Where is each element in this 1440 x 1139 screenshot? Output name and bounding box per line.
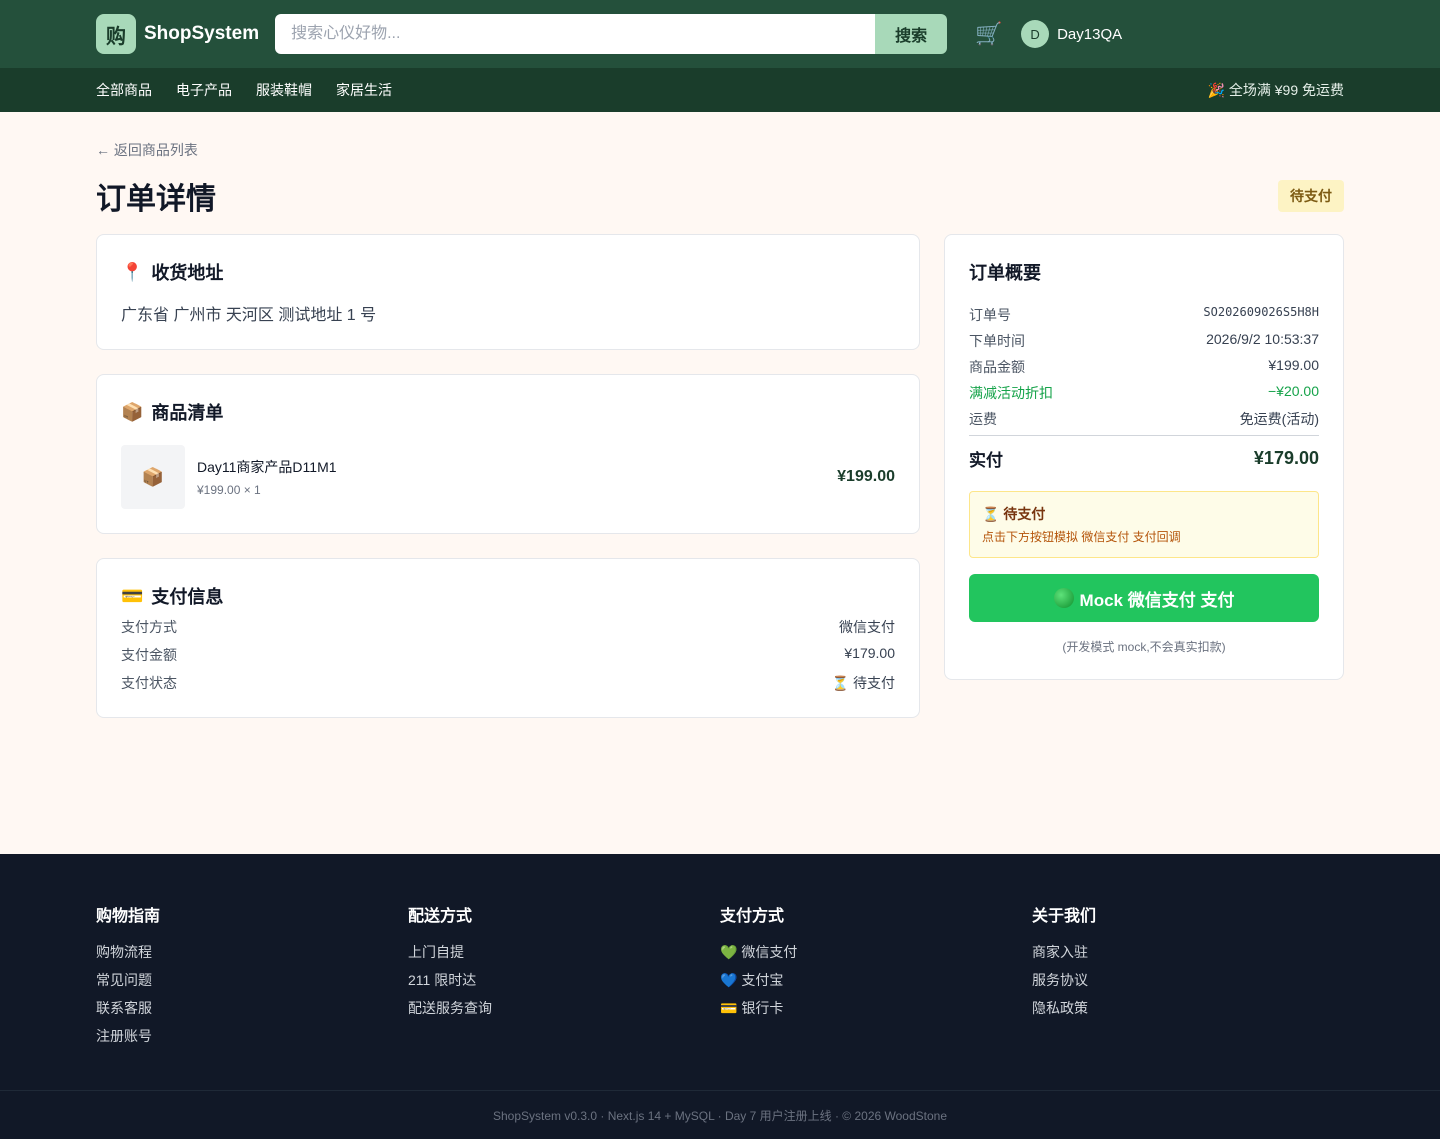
shipping-address: 广东省 广州市 天河区 测试地址 1 号 bbox=[121, 307, 377, 324]
discount-amount: −¥20.00 bbox=[1268, 383, 1319, 399]
nav-item-electronics[interactable]: 电子产品 bbox=[176, 80, 232, 100]
cart-icon[interactable]: 🛒 bbox=[975, 21, 1002, 47]
goods-amount: ¥199.00 bbox=[1268, 357, 1319, 373]
search-bar: 搜索 bbox=[275, 14, 948, 54]
footer-column-title: 购物指南 bbox=[96, 908, 161, 925]
summary-title: 订单概要 bbox=[969, 263, 1041, 283]
footer-link[interactable]: 上门自提 bbox=[408, 938, 720, 966]
payment-card: 💳 支付信息 支付方式 微信支付 支付金额 ¥179.00 支付状态 ⏳ 待支付 bbox=[96, 558, 920, 718]
footer-link[interactable]: 服务协议 bbox=[1032, 966, 1344, 994]
footer-link[interactable]: 购物流程 bbox=[96, 938, 408, 966]
search-button[interactable]: 搜索 bbox=[875, 14, 948, 54]
payment-method-value: 微信支付 bbox=[839, 619, 895, 635]
package-icon: 📦 bbox=[121, 401, 144, 422]
credit-card-icon: 💳 bbox=[121, 585, 144, 606]
site-footer: 购物指南 购物流程 常见问题 联系客服 注册账号 配送方式 上门自提 211 限… bbox=[0, 854, 1440, 1139]
order-time: 2026/9/2 10:53:37 bbox=[1206, 331, 1319, 347]
total-amount: ¥179.00 bbox=[1253, 448, 1319, 468]
footer-link[interactable]: 常见问题 bbox=[96, 966, 408, 994]
total-row: 实付 ¥179.00 bbox=[969, 435, 1319, 471]
payment-amount-label: 支付金额 bbox=[121, 647, 177, 663]
goods-amount-label: 商品金额 bbox=[969, 359, 1025, 375]
items-card: 📦 商品清单 📦 Day11商家产品D11M1 ¥199.00 × 1 ¥199… bbox=[96, 374, 920, 534]
footer-link[interactable]: 💙 支付宝 bbox=[720, 966, 1032, 994]
goods-amount-row: 商品金额 ¥199.00 bbox=[969, 357, 1319, 377]
status-badge: 待支付 bbox=[1278, 180, 1344, 212]
order-number-label: 订单号 bbox=[969, 307, 1011, 323]
footer-link[interactable]: 注册账号 bbox=[96, 1022, 408, 1050]
dev-mode-note: (开发模式 mock,不会真实扣款) bbox=[1062, 640, 1226, 654]
logo-text: ShopSystem bbox=[144, 23, 260, 44]
footer-link[interactable]: 联系客服 bbox=[96, 994, 408, 1022]
green-circle-icon bbox=[1053, 588, 1074, 608]
payment-card-title: 支付信息 bbox=[151, 587, 224, 607]
footer-column-title: 支付方式 bbox=[720, 908, 785, 925]
back-link[interactable]: ← 返回商品列表 bbox=[96, 140, 1344, 160]
payment-amount-row: 支付金额 ¥179.00 bbox=[121, 645, 895, 665]
product-subtotal: ¥199.00 bbox=[837, 468, 895, 485]
order-number: SO202609026S5H8H bbox=[1203, 305, 1319, 319]
footer-column-about: 关于我们 商家入驻 服务协议 隐私政策 bbox=[1032, 902, 1344, 1050]
pending-title: ⏳ 待支付 bbox=[982, 506, 1046, 522]
search-input[interactable] bbox=[275, 14, 876, 54]
logo[interactable]: 购 ShopSystem bbox=[96, 14, 259, 54]
shipping-label: 运费 bbox=[969, 411, 997, 427]
address-card: 📍 收货地址 广东省 广州市 天河区 测试地址 1 号 bbox=[96, 234, 920, 350]
order-number-row: 订单号 SO202609026S5H8H bbox=[969, 305, 1319, 325]
avatar: D bbox=[1021, 20, 1050, 48]
footer-link[interactable]: 隐私政策 bbox=[1032, 994, 1344, 1022]
order-time-row: 下单时间 2026/9/2 10:53:37 bbox=[969, 331, 1319, 351]
nav-item-all[interactable]: 全部商品 bbox=[96, 80, 152, 100]
list-item: 📦 Day11商家产品D11M1 ¥199.00 × 1 ¥199.00 bbox=[121, 445, 895, 509]
payment-method-row: 支付方式 微信支付 bbox=[121, 617, 895, 637]
footer-column-delivery: 配送方式 上门自提 211 限时达 配送服务查询 bbox=[408, 902, 720, 1050]
user-menu[interactable]: D Day13QA bbox=[1021, 20, 1122, 48]
payment-method-label: 支付方式 bbox=[121, 619, 177, 635]
pending-description: 点击下方按钮模拟 微信支付 支付回调 bbox=[982, 530, 1181, 544]
logo-icon: 购 bbox=[96, 14, 136, 54]
payment-status-value: ⏳ 待支付 bbox=[831, 675, 895, 691]
nav-item-home[interactable]: 家居生活 bbox=[336, 80, 392, 100]
footer-link[interactable]: 💚 微信支付 bbox=[720, 938, 1032, 966]
payment-status-row: 支付状态 ⏳ 待支付 bbox=[121, 673, 895, 693]
address-card-title: 收货地址 bbox=[151, 263, 224, 283]
copyright: ShopSystem v0.3.0 · Next.js 14 + MySQL ·… bbox=[0, 1090, 1440, 1124]
main-content: ← 返回商品列表 订单详情 待支付 📍 收货地址 广东省 广州市 天河区 测试地… bbox=[0, 140, 1440, 742]
footer-column-guide: 购物指南 购物流程 常见问题 联系客服 注册账号 bbox=[96, 902, 408, 1050]
pin-icon: 📍 bbox=[121, 261, 144, 282]
order-time-label: 下单时间 bbox=[969, 333, 1025, 349]
username: Day13QA bbox=[1057, 25, 1123, 43]
product-unit-qty: ¥199.00 × 1 bbox=[197, 483, 261, 497]
shipping-fee: 免运费(活动) bbox=[1239, 411, 1319, 427]
discount-label: 满减活动折扣 bbox=[969, 385, 1053, 401]
pay-button-label: Mock 微信支付 支付 bbox=[1079, 590, 1235, 610]
footer-link[interactable]: 211 限时达 bbox=[408, 966, 720, 994]
footer-column-payment: 支付方式 💚 微信支付 💙 支付宝 💳 银行卡 bbox=[720, 902, 1032, 1050]
payment-amount-value: ¥179.00 bbox=[844, 645, 895, 661]
items-card-title: 商品清单 bbox=[151, 403, 224, 423]
page-title: 订单详情 bbox=[96, 183, 216, 216]
promo-banner: 🎉 全场满 ¥99 免运费 bbox=[1207, 82, 1344, 98]
total-label: 实付 bbox=[969, 451, 1003, 470]
pending-notice: ⏳ 待支付 点击下方按钮模拟 微信支付 支付回调 bbox=[969, 491, 1319, 558]
order-summary-card: 订单概要 订单号 SO202609026S5H8H 下单时间 2026/9/2 … bbox=[944, 234, 1344, 680]
shipping-row: 运费 免运费(活动) bbox=[969, 409, 1319, 429]
footer-link[interactable]: 配送服务查询 bbox=[408, 994, 720, 1022]
footer-column-title: 关于我们 bbox=[1032, 908, 1097, 925]
footer-link[interactable]: 💳 银行卡 bbox=[720, 994, 1032, 1022]
nav-item-apparel[interactable]: 服装鞋帽 bbox=[256, 80, 312, 100]
mock-wechat-pay-button[interactable]: Mock 微信支付 支付 bbox=[969, 574, 1319, 622]
discount-row: 满减活动折扣 −¥20.00 bbox=[969, 383, 1319, 403]
payment-status-label: 支付状态 bbox=[121, 675, 177, 691]
category-nav: 全部商品 电子产品 服装鞋帽 家居生活 🎉 全场满 ¥99 免运费 bbox=[0, 68, 1440, 112]
top-header: 购 ShopSystem 搜索 🛒 D Day13QA bbox=[0, 0, 1440, 68]
footer-link[interactable]: 商家入驻 bbox=[1032, 938, 1344, 966]
footer-column-title: 配送方式 bbox=[408, 908, 473, 925]
product-name[interactable]: Day11商家产品D11M1 bbox=[197, 457, 837, 477]
product-thumbnail[interactable]: 📦 bbox=[121, 445, 185, 509]
